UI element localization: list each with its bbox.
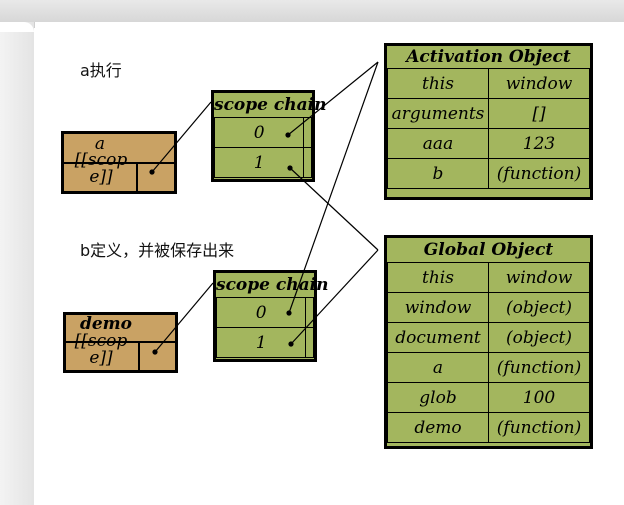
arrow-demo-chain1-to-global (290, 249, 379, 345)
pointer-dot (286, 310, 292, 316)
arrow-demo-to-scope-chain (154, 282, 214, 353)
pointer-lines (149, 61, 379, 355)
pointer-dot (287, 165, 293, 171)
pointer-dot (149, 169, 155, 175)
pointer-dot (288, 341, 294, 347)
arrow-chain1-to-global (289, 167, 379, 251)
pointer-dot (152, 349, 158, 355)
pointer-dot (285, 132, 291, 138)
arrow-demo-chain0-to-activation (288, 61, 379, 314)
arrow-a-to-scope-chain (151, 101, 212, 173)
